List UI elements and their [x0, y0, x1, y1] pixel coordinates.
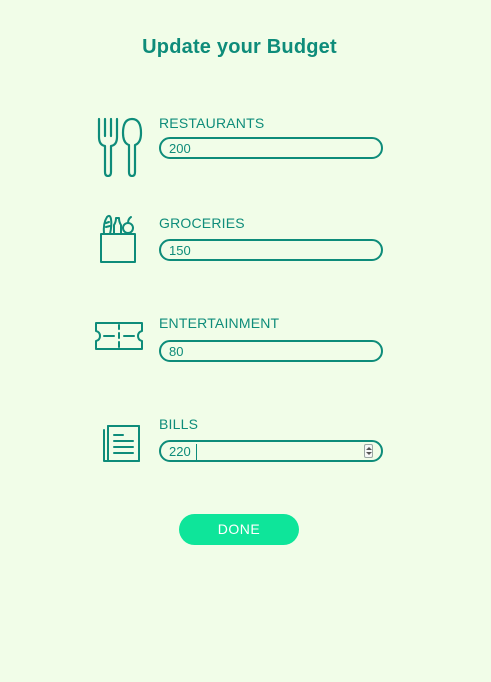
restaurants-amount-value: 200	[169, 141, 191, 156]
number-stepper[interactable]	[364, 444, 373, 458]
budget-row-bills: BILLS 220	[0, 414, 491, 484]
budget-row-restaurants: RESTAURANTS 200	[0, 112, 491, 182]
ticket-icon	[95, 322, 143, 350]
restaurants-label: RESTAURANTS	[159, 115, 265, 131]
budget-row-entertainment: ENTERTAINMENT 80	[0, 313, 491, 383]
bills-amount-input[interactable]: 220	[159, 440, 383, 462]
stepper-down-icon[interactable]	[366, 452, 372, 455]
fork-spoon-icon	[97, 117, 143, 177]
budget-row-groceries: GROCERIES 150	[0, 213, 491, 283]
groceries-amount-value: 150	[169, 243, 191, 258]
groceries-label: GROCERIES	[159, 215, 245, 231]
entertainment-amount-value: 80	[169, 344, 184, 359]
page-title: Update your Budget	[142, 36, 337, 58]
entertainment-label: ENTERTAINMENT	[159, 315, 280, 331]
groceries-amount-input[interactable]: 150	[159, 239, 383, 261]
bill-document-icon	[103, 425, 140, 462]
bills-amount-value: 220	[169, 444, 191, 459]
done-button[interactable]: DONE	[179, 514, 299, 545]
bills-label: BILLS	[159, 416, 199, 432]
restaurants-amount-input[interactable]: 200	[159, 137, 383, 159]
grocery-bag-icon	[100, 214, 136, 263]
entertainment-amount-input[interactable]: 80	[159, 340, 383, 362]
stepper-up-icon[interactable]	[366, 447, 372, 450]
text-cursor	[196, 444, 197, 460]
